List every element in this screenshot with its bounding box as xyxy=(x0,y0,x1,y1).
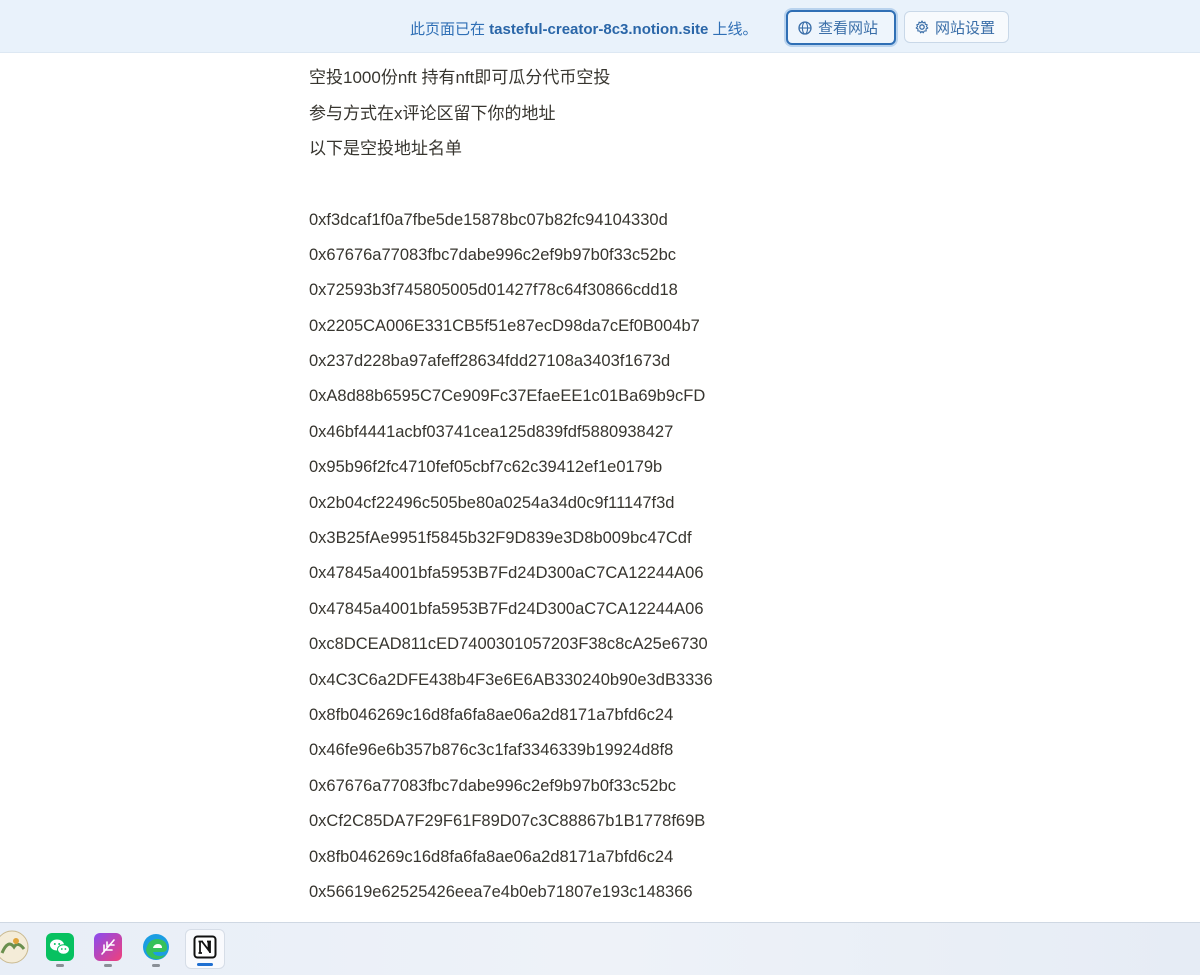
empty-block xyxy=(309,171,909,206)
address-item: 0xCf2C85DA7F29F61F89D07c3C88867b1B1778f6… xyxy=(309,812,706,831)
running-indicator xyxy=(197,963,213,966)
address-item: 0x8fb046269c16d8fa6fa8ae06a2d8171a7bfd6c… xyxy=(309,705,674,724)
site-url[interactable]: tasteful-creator-8c3.notion.site xyxy=(489,21,708,38)
publish-status-text: 此页面已在 tasteful-creator-8c3.notion.site 上… xyxy=(410,18,758,39)
notion-app-icon xyxy=(193,935,217,964)
address-item: 0x95b96f2fc4710fef05cbf7c62c39412ef1e017… xyxy=(309,458,663,477)
taskbar-app-notion[interactable] xyxy=(185,929,225,969)
globe-icon xyxy=(798,20,812,35)
running-indicator xyxy=(152,964,160,967)
site-settings-label: 网站设置 xyxy=(935,19,996,37)
view-site-label: 查看网站 xyxy=(818,20,879,37)
intro-line-list-heading: 以下是空投地址名单 xyxy=(309,139,462,158)
publish-text-suffix: 上线。 xyxy=(708,21,758,38)
feather-app-icon xyxy=(94,932,122,966)
intro-line-participation: 参与方式在x评论区留下你的地址 xyxy=(309,103,556,123)
wechat-app-icon xyxy=(46,932,74,966)
address-item: 0x237d228ba97afeff28634fdd27108a3403f167… xyxy=(309,352,671,371)
view-site-button[interactable]: 查看网站 xyxy=(786,10,896,45)
address-item: 0x56619e62525426eea7e4b0eb71807e193c1483… xyxy=(309,882,693,901)
edge-browser-icon xyxy=(142,933,170,966)
taskbar-app-edge[interactable] xyxy=(136,929,176,969)
address-item: 0x46bf4441acbf03741cea125d839fdf58809384… xyxy=(309,422,674,441)
address-item: 0x47845a4001bfa5953B7Fd24D300aC7CA12244A… xyxy=(309,564,704,583)
taskbar xyxy=(0,922,1200,975)
address-item: 0x67676a77083fbc7dabe996c2ef9b97b0f33c52… xyxy=(309,776,677,795)
gear-icon xyxy=(915,20,929,34)
address-item: 0x4C3C6a2DFE438b4F3e6E6AB330240b90e3dB33… xyxy=(309,670,713,689)
address-item: 0x46fe96e6b357b876c3c1faf3346339b19924d8… xyxy=(309,741,674,760)
address-item: 0x8fb046269c16d8fa6fa8ae06a2d8171a7bfd6c… xyxy=(309,847,674,866)
taskbar-app-wechat[interactable] xyxy=(40,929,80,969)
address-list: 0xf3dcaf1f0a7fbe5de15878bc07b82fc9410433… xyxy=(309,206,909,914)
address-item: 0x67676a77083fbc7dabe996c2ef9b97b0f33c52… xyxy=(309,245,677,264)
taskbar-app-feather[interactable] xyxy=(88,929,128,969)
intro-line-airdrop: 空投1000份nft 持有nft即可瓜分代币空投 xyxy=(309,68,611,87)
publish-banner: 此页面已在 tasteful-creator-8c3.notion.site 上… xyxy=(0,0,1200,53)
address-item: 0x3B25fAe9951f5845b32F9D839e3D8b009bc47C… xyxy=(309,529,692,548)
address-item: 0xf3dcaf1f0a7fbe5de15878bc07b82fc9410433… xyxy=(309,210,668,229)
address-item: 0x72593b3f745805005d01427f78c64f30866cdd… xyxy=(309,281,678,300)
page-content: 空投1000份nft 持有nft即可瓜分代币空投 参与方式在x评论区留下你的地址… xyxy=(309,64,909,913)
address-item: 0x2b04cf22496c505be80a0254a34d0c9f11147f… xyxy=(309,493,675,512)
address-item: 0xA8d88b6595C7Ce909Fc37EfaeEE1c01Ba69b9c… xyxy=(309,387,706,406)
address-item: 0x2205CA006E331CB5f51e87ecD98da7cEf0B004… xyxy=(309,316,700,335)
address-item: 0x47845a4001bfa5953B7Fd24D300aC7CA12244A… xyxy=(309,599,704,618)
photos-app-icon xyxy=(0,929,30,970)
running-indicator xyxy=(104,964,112,967)
taskbar-app-photos[interactable] xyxy=(0,929,32,969)
address-item: 0xc8DCEAD811cED7400301057203F38c8cA25e67… xyxy=(309,635,708,654)
publish-text-prefix: 此页面已在 xyxy=(410,21,490,38)
running-indicator xyxy=(56,964,64,967)
site-settings-button[interactable]: 网站设置 xyxy=(904,11,1009,43)
